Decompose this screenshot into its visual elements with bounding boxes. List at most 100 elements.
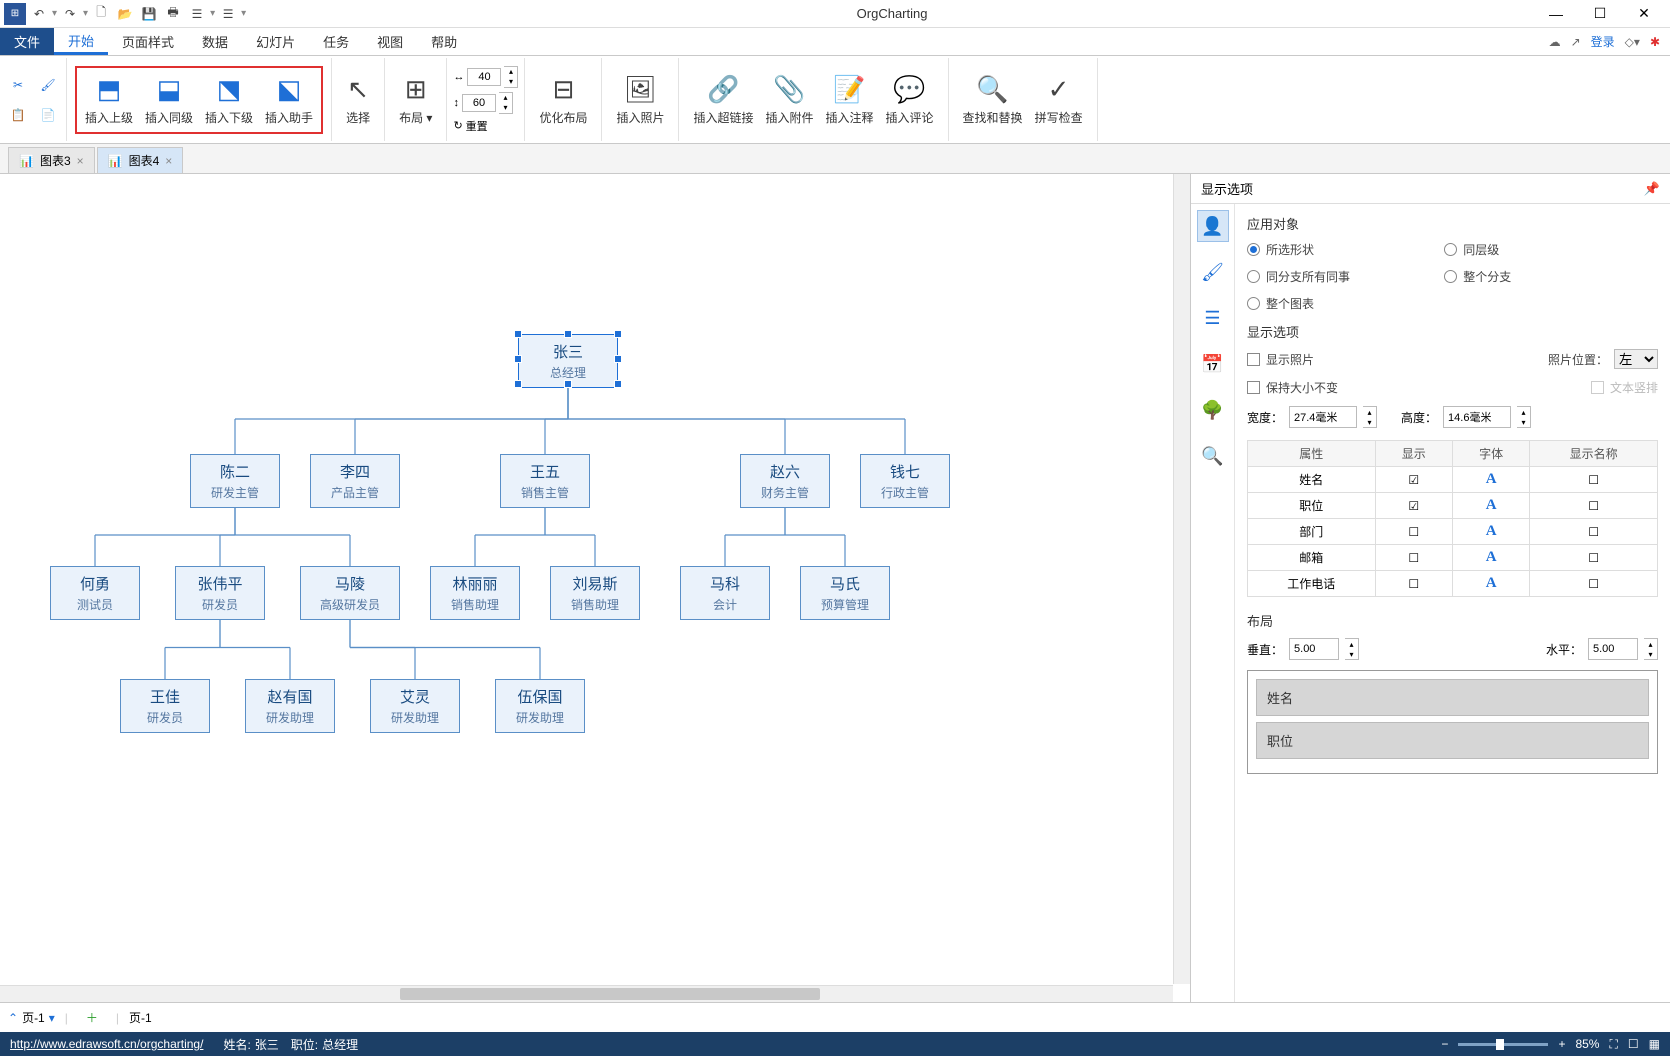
qat-options2[interactable]: ☰ [217,3,239,25]
insert-child-button[interactable]: ⬔插入下级 [199,70,259,130]
fit-page-icon[interactable]: ⛶ [1609,1037,1617,1052]
qat-print[interactable]: 🖶 [162,3,184,25]
side-tab-tree[interactable]: 🌳 [1197,394,1229,426]
layout-field-title[interactable]: 职位 [1256,722,1649,759]
height-input[interactable] [1443,406,1511,428]
close-tab-icon[interactable]: × [77,154,84,168]
selection-handle[interactable] [514,355,522,363]
height-spacing-input[interactable] [462,94,496,112]
status-url[interactable]: http://www.edrawsoft.cn/orgcharting/ [10,1037,203,1051]
page-nav-up[interactable]: ⌃ [8,1011,18,1025]
reset-spacing-button[interactable]: ↻ 重置 [453,118,518,134]
font-button[interactable]: A [1486,523,1497,539]
photo-pos-select[interactable]: 左 [1614,349,1658,369]
qat-undo[interactable]: ↶ [28,3,50,25]
radio-same-level[interactable]: 同层级 [1444,241,1641,258]
width-input[interactable] [1289,406,1357,428]
menu-tab-start[interactable]: 开始 [54,28,108,55]
width-spacing-spinner[interactable]: ▴▾ [504,66,518,88]
font-button[interactable]: A [1486,497,1497,513]
menu-tab-view[interactable]: 视图 [363,28,417,55]
checkbox-show-photo[interactable]: 显示照片 [1247,349,1314,369]
side-tab-person[interactable]: 👤 [1197,210,1229,242]
share-icon[interactable]: ↗ [1571,35,1581,49]
pin-icon[interactable]: 📌 [1644,181,1660,197]
selection-handle[interactable] [514,380,522,388]
insert-sibling-button[interactable]: ⬓插入同级 [139,70,199,130]
org-node[interactable]: 钱七行政主管 [860,454,950,508]
hgap-spinner[interactable]: ▴▾ [1644,638,1658,660]
menu-tab-data[interactable]: 数据 [188,28,242,55]
selection-handle[interactable] [614,355,622,363]
selection-handle[interactable] [564,330,572,338]
insert-comment-button[interactable]: 💬插入评论 [880,70,940,130]
show-checkbox[interactable]: ☐ [1408,577,1419,591]
view-mode-icon[interactable]: ▦ [1649,1037,1660,1051]
insert-hyperlink-button[interactable]: 🔗插入超链接 [687,70,759,130]
show-checkbox[interactable]: ☑ [1408,499,1419,513]
org-node[interactable]: 王佳研发员 [120,679,210,733]
org-node[interactable]: 王五销售主管 [500,454,590,508]
qat-options1[interactable]: ☰ [186,3,208,25]
font-button[interactable]: A [1486,471,1497,487]
cut-button[interactable]: ✂ [6,73,30,97]
scrollbar-horizontal[interactable] [0,985,1173,1002]
add-page-button[interactable]: ＋ [86,1009,98,1026]
minimize-button[interactable]: — [1538,0,1574,28]
side-tab-list[interactable]: ☰ [1197,302,1229,334]
insert-photo-button[interactable]: 🖼插入照片 [610,70,670,130]
org-node[interactable]: 赵六财务主管 [740,454,830,508]
org-node[interactable]: 何勇测试员 [50,566,140,620]
org-node[interactable]: 林丽丽销售助理 [430,566,520,620]
selection-handle[interactable] [564,380,572,388]
close-button[interactable]: ✕ [1626,0,1662,28]
login-link[interactable]: 登录 [1591,33,1615,50]
org-node[interactable]: 李四产品主管 [310,454,400,508]
show-checkbox[interactable]: ☐ [1408,551,1419,565]
org-node[interactable]: 刘易斯销售助理 [550,566,640,620]
menu-tab-help[interactable]: 帮助 [417,28,471,55]
insert-parent-button[interactable]: ⬒插入上级 [79,70,139,130]
zoom-in-button[interactable]: + [1558,1037,1565,1051]
showname-checkbox[interactable]: ☐ [1588,551,1599,565]
menu-tab-task[interactable]: 任务 [309,28,363,55]
layout-button[interactable]: ⊞布局 ▾ [393,70,438,130]
maximize-button[interactable]: ☐ [1582,0,1618,28]
fit-width-icon[interactable]: ☐ [1628,1037,1639,1051]
org-node[interactable]: 马陵高级研发员 [300,566,400,620]
showname-checkbox[interactable]: ☐ [1588,577,1599,591]
radio-same-branch[interactable]: 同分支所有同事 [1247,268,1444,285]
side-tab-calendar[interactable]: 📅 [1197,348,1229,380]
qat-open[interactable]: 📂 [114,3,136,25]
org-node[interactable]: 陈二研发主管 [190,454,280,508]
checkbox-keep-size[interactable]: 保持大小不变 [1247,379,1338,396]
layout-field-name[interactable]: 姓名 [1256,679,1649,716]
close-tab-icon[interactable]: × [165,154,172,168]
width-spinner[interactable]: ▴▾ [1363,406,1377,428]
show-checkbox[interactable]: ☑ [1408,473,1419,487]
cloud-icon[interactable]: ☁ [1549,35,1561,49]
canvas[interactable]: 张三总经理陈二研发主管李四产品主管王五销售主管赵六财务主管钱七行政主管何勇测试员… [0,174,1190,1002]
width-spacing-input[interactable] [467,68,501,86]
radio-whole-chart[interactable]: 整个图表 [1247,295,1444,312]
doc-tab-chart4[interactable]: 📊 图表4 × [97,147,184,173]
zoom-slider[interactable] [1458,1043,1548,1046]
qat-redo[interactable]: ↷ [59,3,81,25]
showname-checkbox[interactable]: ☐ [1588,525,1599,539]
page-tab[interactable]: 页-1 [129,1009,152,1026]
paste-button[interactable]: 📄 [36,103,60,127]
spell-check-button[interactable]: ✓拼写检查 [1029,70,1089,130]
qat-save[interactable]: 💾 [138,3,160,25]
page-nav-down[interactable]: ▾ [49,1011,55,1025]
selection-handle[interactable] [614,330,622,338]
height-spinner[interactable]: ▴▾ [1517,406,1531,428]
select-button[interactable]: ↖选择 [340,70,376,130]
hgap-input[interactable] [1588,638,1638,660]
menu-tab-pagestyle[interactable]: 页面样式 [108,28,188,55]
doc-tab-chart3[interactable]: 📊 图表3 × [8,147,95,173]
org-node[interactable]: 张伟平研发员 [175,566,265,620]
insert-note-button[interactable]: 📝插入注释 [820,70,880,130]
org-node[interactable]: 赵有国研发助理 [245,679,335,733]
height-spacing-spinner[interactable]: ▴▾ [499,92,513,114]
side-tab-format[interactable]: 🖌 [1197,256,1229,288]
